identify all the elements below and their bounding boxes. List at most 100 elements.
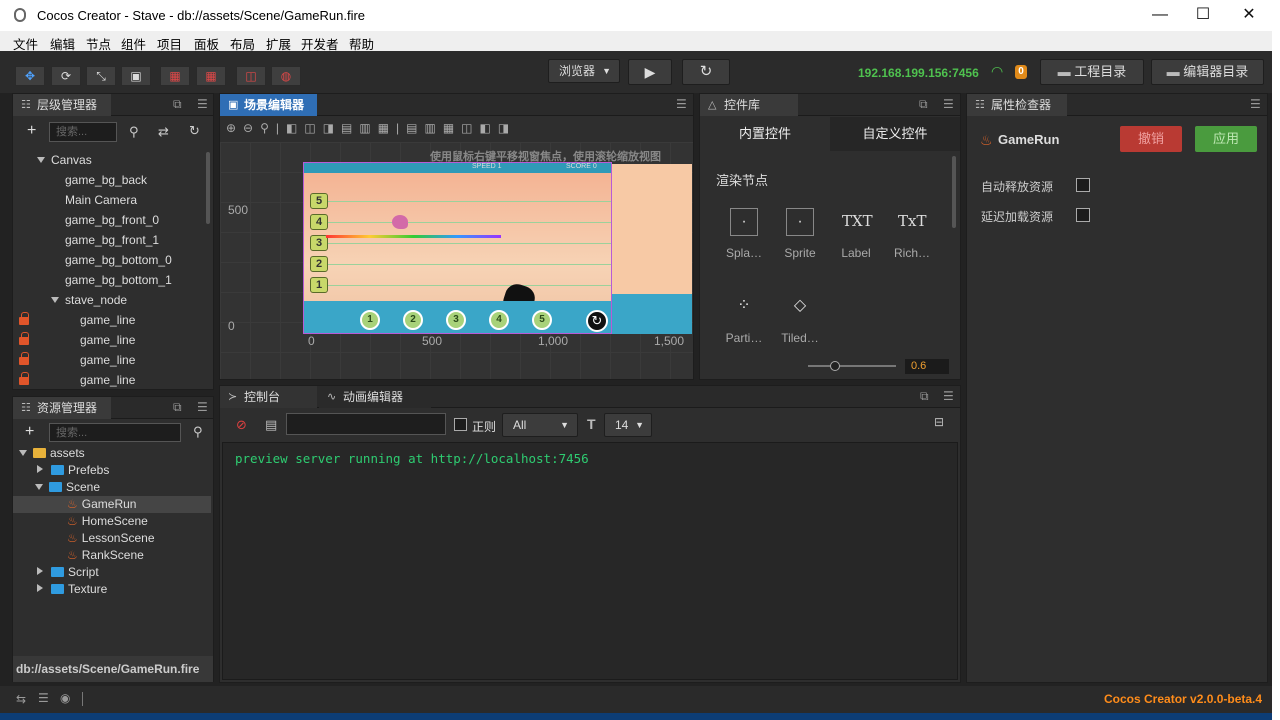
collapse-icon[interactable]: ⊟ <box>934 415 944 429</box>
hierarchy-node[interactable]: stave_node <box>51 290 127 310</box>
chevron-down-icon[interactable] <box>19 450 27 456</box>
search-icon[interactable]: ⚲ <box>193 424 203 440</box>
widget-card[interactable]: ⁘ Parti… <box>716 293 772 345</box>
log-file-icon[interactable]: ▤ <box>265 417 277 433</box>
panel-menu-icon[interactable]: ☰ <box>197 97 208 111</box>
expand-arrow-icon[interactable] <box>37 157 45 163</box>
hierarchy-node[interactable]: game_bg_back <box>51 170 147 190</box>
chevron-right-icon[interactable] <box>37 465 43 473</box>
tab-custom-widgets[interactable]: 自定义控件 <box>830 117 960 151</box>
zoom-slider-thumb[interactable] <box>830 361 841 371</box>
add-node-button[interactable]: + <box>27 122 36 140</box>
chevron-right-icon[interactable] <box>37 584 43 592</box>
auto-release-checkbox[interactable] <box>1076 178 1090 192</box>
widget-card[interactable]: TXT Label <box>828 208 884 260</box>
popout-icon[interactable]: ⧉ <box>919 97 928 112</box>
refresh-button[interactable]: ↻ <box>682 59 730 85</box>
panel-menu-icon[interactable]: ☰ <box>1250 97 1261 111</box>
hierarchy-node[interactable]: Main Camera <box>51 190 137 210</box>
tab-hierarchy[interactable]: ☷ 层级管理器 <box>13 94 111 116</box>
log-level-select[interactable]: All ▼ <box>502 413 578 437</box>
apply-button[interactable]: 应用 <box>1195 126 1257 152</box>
chevron-down-icon[interactable] <box>35 484 43 490</box>
asset-item[interactable]: Scene <box>13 479 211 496</box>
widget-card[interactable]: TxT Rich… <box>884 208 940 260</box>
maximize-button[interactable]: ☐ <box>1180 2 1226 30</box>
asset-item[interactable]: ♨ GameRun <box>13 496 211 513</box>
asset-item[interactable]: assets <box>13 445 211 462</box>
rotate-tool-icon[interactable]: ⟳ <box>51 66 81 86</box>
asset-item[interactable]: Prefebs <box>13 462 211 479</box>
panel-menu-icon[interactable]: ☰ <box>943 389 954 403</box>
gizmo-2d-icon[interactable]: ◫ <box>236 66 266 86</box>
popout-icon[interactable]: ⧉ <box>920 389 929 404</box>
tab-builtin-widgets[interactable]: 内置控件 <box>700 117 830 151</box>
tab-animation[interactable]: ∿ 动画编辑器 <box>319 386 431 408</box>
revert-button[interactable]: 撤销 <box>1120 126 1182 152</box>
database-icon[interactable]: ☰ <box>38 691 49 705</box>
hierarchy-node[interactable]: Canvas <box>37 150 92 170</box>
add-asset-button[interactable]: + <box>25 423 34 441</box>
asset-item[interactable]: ♨ LessonScene <box>13 530 211 547</box>
panel-menu-icon[interactable]: ☰ <box>943 97 954 111</box>
move-tool-icon[interactable]: ✥ <box>15 66 45 86</box>
clear-icon[interactable]: ⊘ <box>236 417 247 433</box>
popout-icon[interactable]: ⧉ <box>173 400 182 415</box>
zoom-value[interactable]: 0.6 <box>905 359 949 374</box>
project-dir-button[interactable]: ▬ 工程目录 <box>1040 59 1144 85</box>
asset-item[interactable]: ♨ HomeScene <box>13 513 211 530</box>
lock-icon[interactable] <box>19 312 29 325</box>
scrollbar[interactable] <box>206 152 210 224</box>
swap-icon[interactable]: ⇄ <box>158 124 169 140</box>
popout-icon[interactable]: ⧉ <box>173 97 182 112</box>
hierarchy-node[interactable]: game_line <box>19 350 135 370</box>
tab-scene[interactable]: ▣ 场景编辑器 <box>220 94 317 116</box>
close-button[interactable]: ✕ <box>1226 2 1272 30</box>
scene-viewport[interactable]: 使用鼠标右键平移视窗焦点，使用滚轮缩放视图 500 0 0 500 1,000 … <box>220 142 693 379</box>
global-pivot-icon[interactable]: ▦ <box>196 66 226 86</box>
tab-widgets[interactable]: △ 控件库 <box>700 94 798 116</box>
scale-tool-icon[interactable]: ⤡ <box>86 66 116 86</box>
delay-load-checkbox[interactable] <box>1076 208 1090 222</box>
lock-icon[interactable] <box>19 372 29 385</box>
rect-tool-icon[interactable]: ▣ <box>121 66 151 86</box>
hierarchy-node[interactable]: game_line <box>19 370 135 390</box>
widget-card[interactable]: · Sprite <box>772 208 828 260</box>
play-button[interactable]: ▶ <box>628 59 672 85</box>
hierarchy-node[interactable]: game_bg_bottom_1 <box>51 270 172 290</box>
hierarchy-node[interactable]: game_bg_bottom_0 <box>51 250 172 270</box>
scrollbar[interactable] <box>952 156 956 228</box>
minimize-button[interactable]: — <box>1137 2 1183 30</box>
widget-card[interactable]: · Spla… <box>716 208 772 260</box>
zoom-slider[interactable] <box>808 361 896 371</box>
asset-item[interactable]: ♨ RankScene <box>13 547 211 564</box>
hierarchy-node[interactable]: game_bg_front_0 <box>51 210 159 230</box>
console-filter-input[interactable] <box>286 413 446 435</box>
assets-search-input[interactable]: 搜索... <box>49 423 181 442</box>
panel-menu-icon[interactable]: ☰ <box>197 400 208 414</box>
widget-card[interactable]: ◇ Tiled… <box>772 293 828 345</box>
gizmo-3d-icon[interactable]: ◍ <box>271 66 301 86</box>
sync-icon[interactable]: ⇆ <box>16 692 26 706</box>
refresh-icon[interactable]: ↻ <box>189 123 200 139</box>
browser-select[interactable]: 浏览器 ▼ <box>548 59 620 83</box>
chevron-right-icon[interactable] <box>37 567 43 575</box>
editor-dir-button[interactable]: ▬ 编辑器目录 <box>1151 59 1264 85</box>
hierarchy-node[interactable]: game_line <box>19 310 135 330</box>
tab-inspector[interactable]: ☷ 属性检查器 <box>967 94 1067 116</box>
tab-assets[interactable]: ☷ 资源管理器 <box>13 397 111 419</box>
expand-arrow-icon[interactable] <box>51 297 59 303</box>
eye-icon[interactable]: ◉ <box>60 691 70 705</box>
hierarchy-node[interactable]: game_bg_front_1 <box>51 230 159 250</box>
hierarchy-node[interactable]: game_line <box>19 330 135 350</box>
asset-item[interactable]: Script <box>13 564 211 581</box>
lock-icon[interactable] <box>19 332 29 345</box>
hierarchy-search-input[interactable]: 搜索... <box>49 122 117 142</box>
asset-item[interactable]: Texture <box>13 581 211 598</box>
font-size-select[interactable]: 14 ▼ <box>604 413 652 437</box>
panel-menu-icon[interactable]: ☰ <box>676 97 687 111</box>
search-icon[interactable]: ⚲ <box>129 124 139 140</box>
local-pivot-icon[interactable]: ▦ <box>160 66 190 86</box>
regex-checkbox[interactable] <box>454 418 467 431</box>
lock-icon[interactable] <box>19 352 29 365</box>
